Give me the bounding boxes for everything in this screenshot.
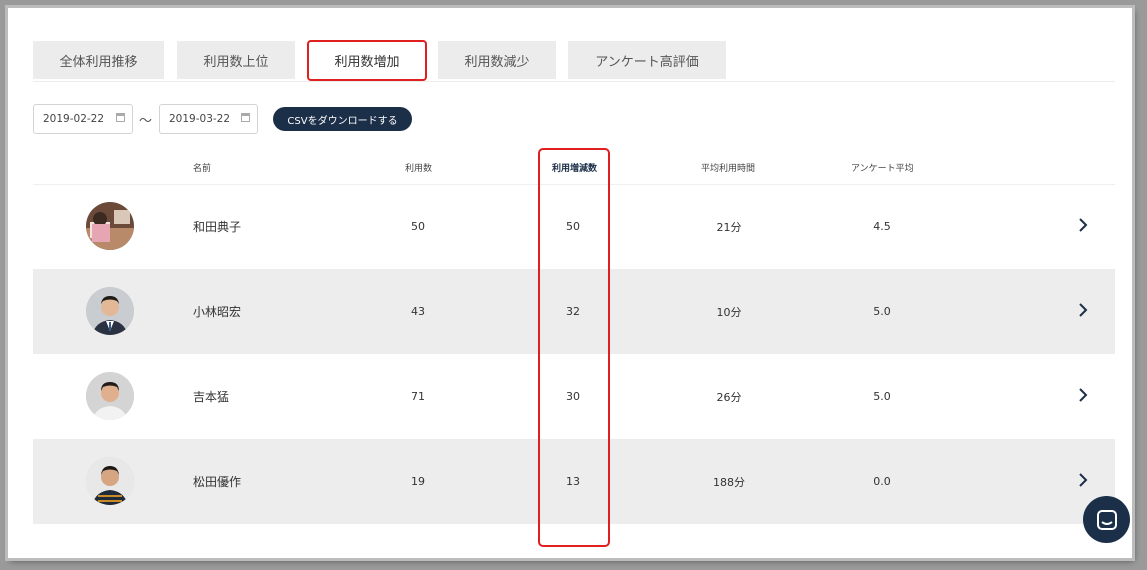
end-date-value: 2019-03-22 <box>169 113 231 125</box>
avatar <box>86 287 134 335</box>
member-name: 吉本猛 <box>193 390 230 404</box>
table-row[interactable]: 和田典子 50 50 21分 4.5 <box>33 184 1115 269</box>
member-name: 和田典子 <box>193 220 242 234</box>
header-change: 利用増減数 <box>552 164 598 174</box>
start-date-value: 2019-02-22 <box>43 113 105 125</box>
start-date-field[interactable]: 2019-02-22 <box>33 104 133 134</box>
chevron-right-icon[interactable] <box>1078 301 1088 319</box>
chevron-right-icon[interactable] <box>1078 216 1088 234</box>
usage-change: 50 <box>566 220 580 233</box>
tab-bar: 全体利用推移 利用数上位 利用数増加 利用数減少 アンケート高評価 <box>33 40 1115 82</box>
calendar-icon <box>241 113 250 122</box>
usage-count: 50 <box>411 220 425 233</box>
avatar <box>86 457 134 505</box>
avg-usage-time: 26分 <box>716 390 742 404</box>
tab-usage-increase[interactable]: 利用数増加 <box>307 40 427 81</box>
survey-average: 0.0 <box>873 475 891 488</box>
tab-usage-decrease[interactable]: 利用数減少 <box>438 41 556 79</box>
app-frame: 全体利用推移 利用数上位 利用数増加 利用数減少 アンケート高評価 2019-0… <box>8 8 1132 558</box>
usage-count: 43 <box>411 305 425 318</box>
chat-button[interactable] <box>1083 496 1130 543</box>
header-name: 名前 <box>193 164 212 174</box>
tab-overall-trend[interactable]: 全体利用推移 <box>33 41 164 79</box>
header-survey-avg: アンケート平均 <box>851 164 914 174</box>
header-avg-time: 平均利用時間 <box>701 164 756 174</box>
table-row[interactable]: 吉本猛 71 30 26分 5.0 <box>33 354 1115 439</box>
member-name: 松田優作 <box>193 475 242 489</box>
header-usage: 利用数 <box>405 164 433 174</box>
member-name: 小林昭宏 <box>193 305 242 319</box>
table-row[interactable]: 小林昭宏 43 32 10分 5.0 <box>33 269 1115 354</box>
chevron-right-icon[interactable] <box>1078 471 1088 489</box>
usage-change: 13 <box>566 475 580 488</box>
avg-usage-time: 188分 <box>713 475 745 489</box>
tab-survey-high-rating[interactable]: アンケート高評価 <box>568 41 726 79</box>
usage-count: 71 <box>411 390 425 403</box>
chat-icon <box>1096 509 1117 530</box>
csv-download-button[interactable]: CSVをダウンロードする <box>273 107 412 131</box>
avg-usage-time: 21分 <box>716 220 742 234</box>
usage-change: 30 <box>566 390 580 403</box>
chevron-right-icon[interactable] <box>1078 386 1088 404</box>
table-row[interactable]: 松田優作 19 13 188分 0.0 <box>33 439 1115 524</box>
avg-usage-time: 10分 <box>716 305 742 319</box>
end-date-field[interactable]: 2019-03-22 <box>159 104 258 134</box>
usage-change: 32 <box>566 305 580 318</box>
survey-average: 5.0 <box>873 305 891 318</box>
usage-count: 19 <box>411 475 425 488</box>
survey-average: 5.0 <box>873 390 891 403</box>
survey-average: 4.5 <box>873 220 891 233</box>
avatar <box>86 202 134 250</box>
tab-top-usage[interactable]: 利用数上位 <box>177 41 295 79</box>
avatar <box>86 372 134 420</box>
calendar-icon <box>116 113 125 122</box>
date-range-separator: ～ <box>139 114 153 129</box>
